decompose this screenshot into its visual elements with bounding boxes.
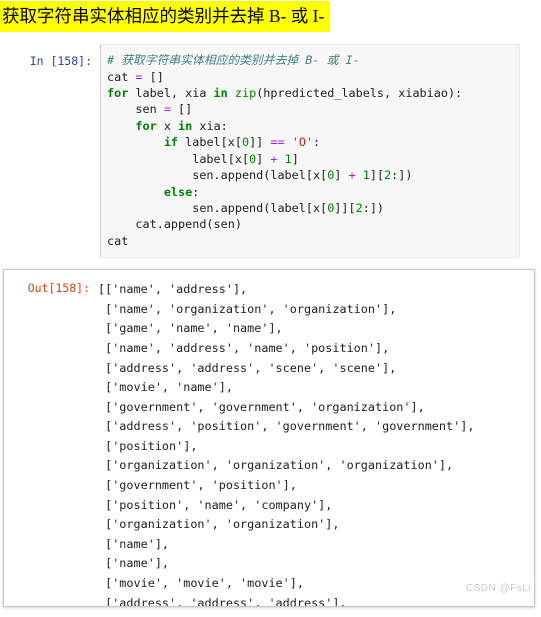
input-prompt-label: In [158]: (29, 54, 92, 69)
code-editor-area[interactable]: # 获取字符串实体相应的类别并去掉 B- 或 I- cat = [] for l… (100, 44, 520, 259)
page-title: 获取字符串实体相应的类别并去掉 B- 或 I- (0, 1, 331, 33)
output-prompt-label: Out[158]: (27, 281, 90, 296)
output-text: [['name', 'address'], ['name', 'organiza… (98, 282, 475, 608)
notebook-input-cell[interactable]: In [158]: # 获取字符串实体相应的类别并去掉 B- 或 I- cat … (0, 44, 541, 259)
csdn-watermark: CSDN @FsLi (465, 583, 531, 594)
notebook-container: In [158]: # 获取字符串实体相应的类别并去掉 B- 或 I- cat … (0, 44, 541, 608)
code-comment: # 获取字符串实体相应的类别并去掉 B- 或 I- (107, 53, 360, 68)
page-heading-wrapper: 获取字符串实体相应的类别并去掉 B- 或 I- (0, 0, 541, 33)
notebook-output-cell: Out[158]: [['name', 'address'], ['name',… (3, 269, 535, 608)
code-source[interactable]: # 获取字符串实体相应的类别并去掉 B- 或 I- cat = [] for l… (107, 52, 513, 249)
